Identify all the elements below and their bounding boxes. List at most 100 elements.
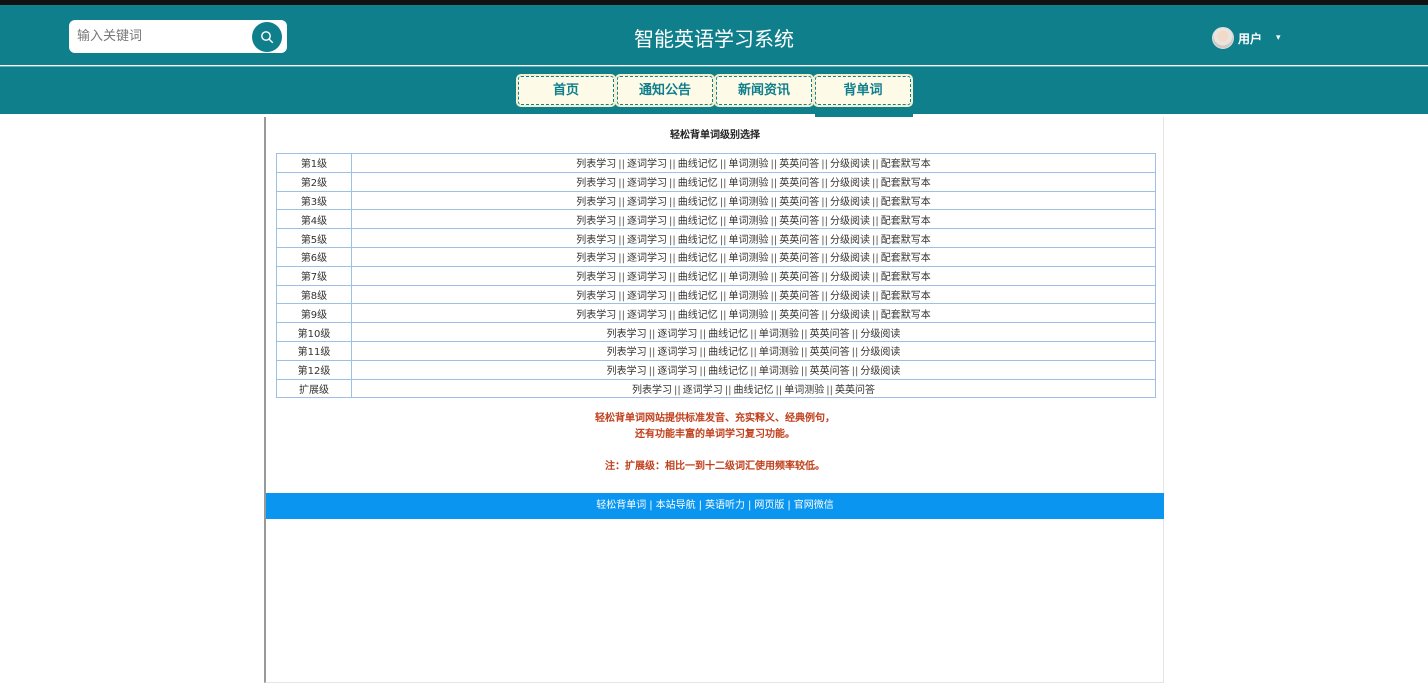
level-link[interactable]: 分级阅读 [830, 216, 870, 227]
footer-link[interactable]: 轻松背单词 [596, 500, 646, 511]
level-link[interactable]: 配套默写本 [881, 235, 931, 246]
level-link[interactable]: 曲线记忆 [678, 216, 718, 227]
level-link[interactable]: 配套默写本 [881, 216, 931, 227]
level-link[interactable]: 列表学习 [576, 291, 616, 302]
footer-link[interactable]: 网页版 [754, 500, 784, 511]
level-link[interactable]: 列表学习 [576, 310, 616, 321]
level-link[interactable]: 列表学习 [607, 347, 647, 358]
level-link[interactable]: 配套默写本 [881, 291, 931, 302]
level-link[interactable]: 逐词学习 [627, 235, 667, 246]
level-link[interactable]: 英英问答 [779, 216, 819, 227]
level-link[interactable]: 分级阅读 [830, 272, 870, 283]
footer-link[interactable]: 本站导航 [656, 500, 696, 511]
footer-link[interactable]: 官网微信 [794, 500, 834, 511]
level-link[interactable]: 配套默写本 [881, 253, 931, 264]
level-link[interactable]: 单词测验 [784, 385, 824, 396]
level-link[interactable]: 单词测验 [729, 159, 769, 170]
level-link[interactable]: 分级阅读 [830, 178, 870, 189]
level-link[interactable]: 单词测验 [729, 291, 769, 302]
level-link[interactable]: 曲线记忆 [678, 159, 718, 170]
level-link[interactable]: 单词测验 [759, 347, 799, 358]
level-link[interactable]: 列表学习 [632, 385, 672, 396]
level-link[interactable]: 单词测验 [729, 216, 769, 227]
level-link[interactable]: 曲线记忆 [678, 235, 718, 246]
level-link[interactable]: 单词测验 [729, 197, 769, 208]
level-link[interactable]: 逐词学习 [627, 159, 667, 170]
level-link[interactable]: 单词测验 [729, 178, 769, 189]
level-link[interactable]: 列表学习 [576, 235, 616, 246]
level-link[interactable]: 英英问答 [779, 197, 819, 208]
level-link[interactable]: 曲线记忆 [678, 253, 718, 264]
level-link[interactable]: 分级阅读 [860, 329, 900, 340]
level-link[interactable]: 曲线记忆 [708, 329, 748, 340]
level-link[interactable]: 逐词学习 [627, 253, 667, 264]
level-link[interactable]: 英英问答 [779, 291, 819, 302]
level-link[interactable]: 逐词学习 [627, 178, 667, 189]
level-link[interactable]: 分级阅读 [860, 347, 900, 358]
level-link[interactable]: 曲线记忆 [708, 366, 748, 377]
user-menu[interactable]: 用户 ▾ [1212, 26, 1281, 50]
level-link[interactable]: 英英问答 [779, 310, 819, 321]
level-link[interactable]: 分级阅读 [830, 235, 870, 246]
level-link[interactable]: 列表学习 [607, 329, 647, 340]
level-link[interactable]: 列表学习 [607, 366, 647, 377]
level-link[interactable]: 曲线记忆 [678, 197, 718, 208]
level-link[interactable]: 分级阅读 [830, 253, 870, 264]
level-link[interactable]: 配套默写本 [881, 272, 931, 283]
level-link[interactable]: 列表学习 [576, 197, 616, 208]
level-link[interactable]: 逐词学习 [657, 329, 697, 340]
level-link[interactable]: 英英问答 [835, 385, 875, 396]
level-link[interactable]: 列表学习 [576, 272, 616, 283]
level-link[interactable]: 配套默写本 [881, 197, 931, 208]
level-link[interactable]: 分级阅读 [830, 197, 870, 208]
level-link[interactable]: 分级阅读 [830, 291, 870, 302]
level-link[interactable]: 配套默写本 [881, 178, 931, 189]
level-link[interactable]: 单词测验 [759, 366, 799, 377]
level-link[interactable]: 英英问答 [810, 347, 850, 358]
nav-item-news[interactable]: 新闻资讯 [714, 74, 814, 107]
level-link[interactable]: 单词测验 [729, 253, 769, 264]
level-link[interactable]: 曲线记忆 [678, 272, 718, 283]
avatar[interactable] [1212, 27, 1234, 49]
level-link[interactable]: 配套默写本 [881, 159, 931, 170]
level-link[interactable]: 逐词学习 [627, 216, 667, 227]
level-link[interactable]: 单词测验 [759, 329, 799, 340]
level-link[interactable]: 英英问答 [810, 329, 850, 340]
level-link[interactable]: 列表学习 [576, 253, 616, 264]
level-link[interactable]: 列表学习 [576, 159, 616, 170]
level-link[interactable]: 逐词学习 [657, 366, 697, 377]
level-link[interactable]: 英英问答 [779, 178, 819, 189]
level-link[interactable]: 逐词学习 [627, 291, 667, 302]
level-link[interactable]: 英英问答 [810, 366, 850, 377]
level-link[interactable]: 英英问答 [779, 159, 819, 170]
chevron-down-icon[interactable]: ▾ [1276, 33, 1281, 43]
level-link[interactable]: 列表学习 [576, 178, 616, 189]
level-link[interactable]: 英英问答 [779, 235, 819, 246]
level-link[interactable]: 列表学习 [576, 216, 616, 227]
level-link[interactable]: 逐词学习 [657, 347, 697, 358]
level-link[interactable]: 曲线记忆 [708, 347, 748, 358]
level-link[interactable]: 单词测验 [729, 310, 769, 321]
level-link[interactable]: 英英问答 [779, 253, 819, 264]
level-link[interactable]: 单词测验 [729, 235, 769, 246]
footer-link[interactable]: 英语听力 [705, 500, 745, 511]
level-link[interactable]: 曲线记忆 [734, 385, 774, 396]
level-link[interactable]: 逐词学习 [627, 197, 667, 208]
level-link[interactable]: 曲线记忆 [678, 178, 718, 189]
nav-item-notices[interactable]: 通知公告 [615, 74, 715, 107]
level-link[interactable]: 曲线记忆 [678, 310, 718, 321]
level-link[interactable]: 配套默写本 [881, 310, 931, 321]
level-link[interactable]: 逐词学习 [683, 385, 723, 396]
level-link[interactable]: 分级阅读 [830, 159, 870, 170]
level-link[interactable]: 单词测验 [729, 272, 769, 283]
level-link[interactable]: 分级阅读 [830, 310, 870, 321]
level-link[interactable]: 英英问答 [779, 272, 819, 283]
nav-item-home[interactable]: 首页 [516, 74, 616, 107]
user-label[interactable]: 用户 [1238, 30, 1262, 47]
nav-item-vocabulary[interactable]: 背单词 [813, 74, 913, 107]
level-link[interactable]: 曲线记忆 [678, 291, 718, 302]
level-link[interactable]: 逐词学习 [627, 272, 667, 283]
link-separator: || [719, 215, 727, 227]
level-link[interactable]: 逐词学习 [627, 310, 667, 321]
level-link[interactable]: 分级阅读 [860, 366, 900, 377]
